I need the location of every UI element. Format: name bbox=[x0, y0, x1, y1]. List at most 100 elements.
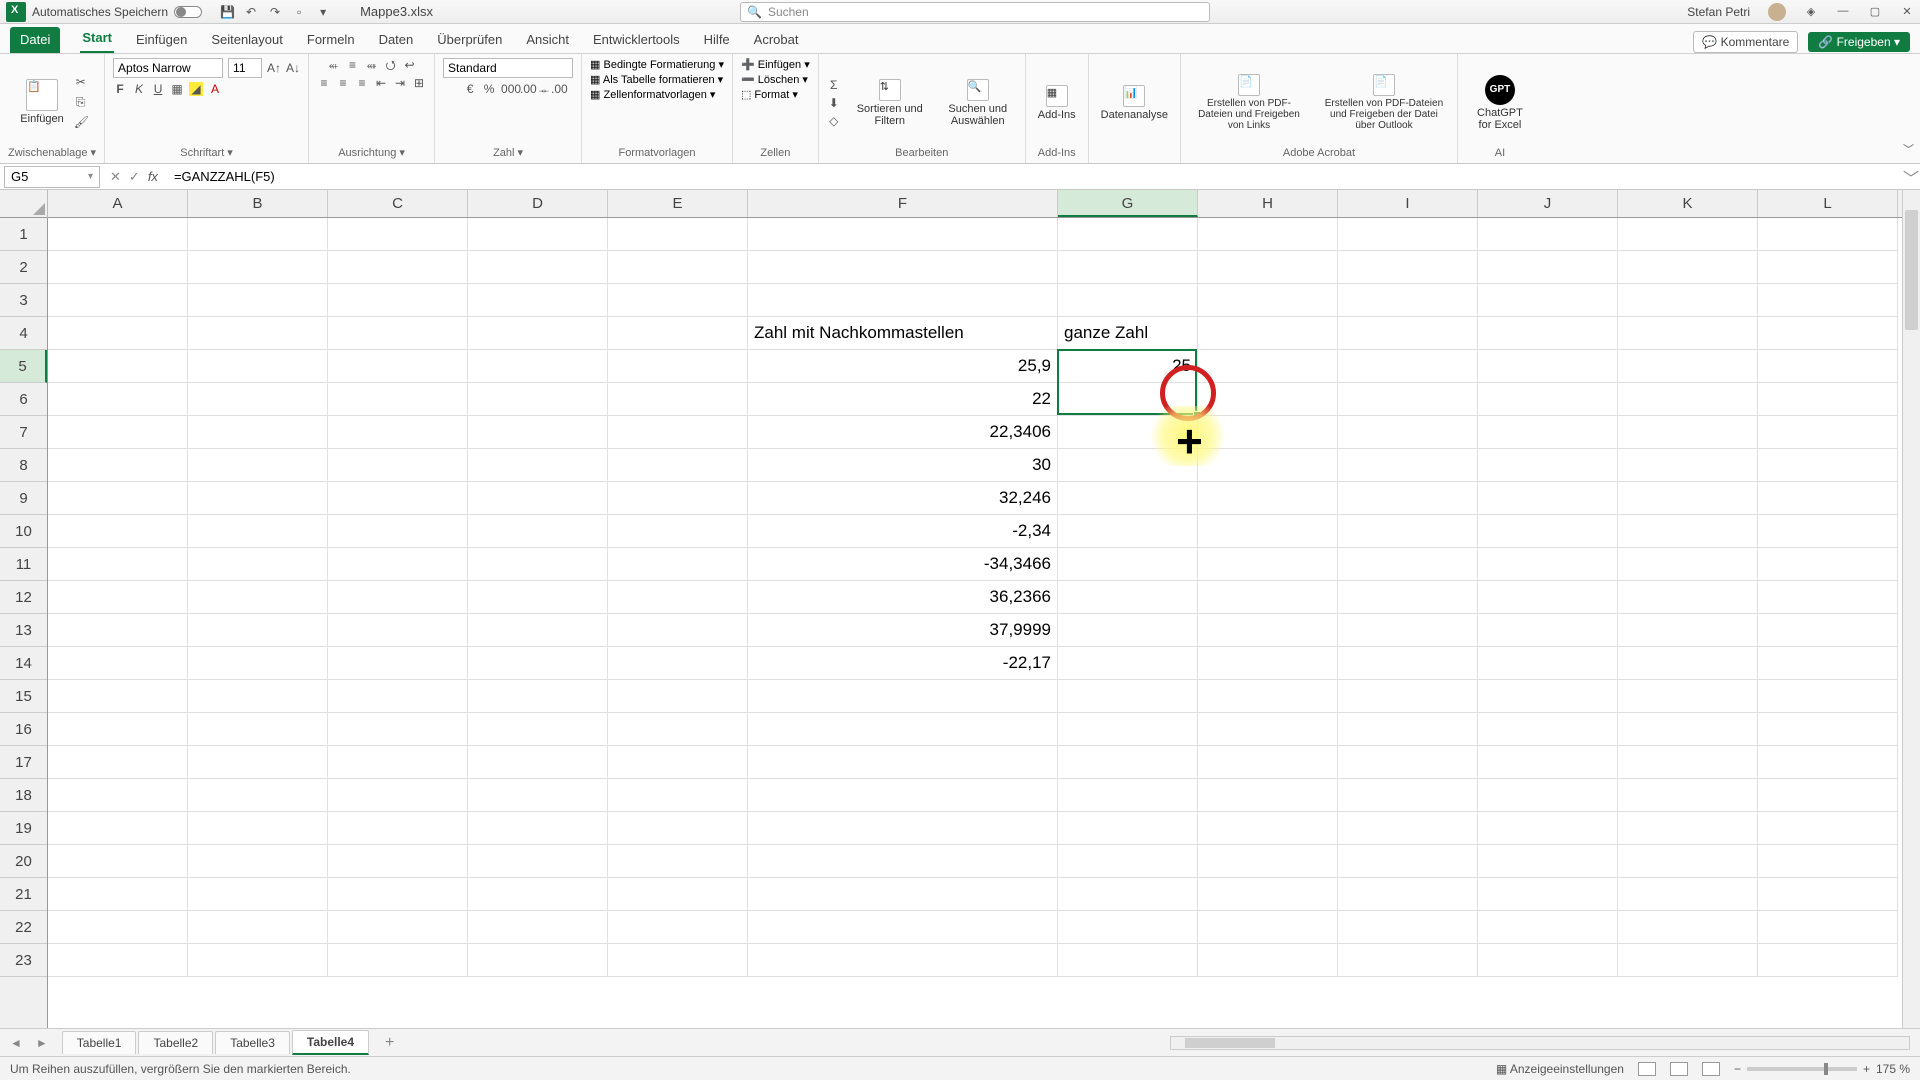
fill-color-icon[interactable]: ◢ bbox=[189, 82, 203, 96]
cell-J20[interactable] bbox=[1478, 845, 1618, 878]
redo-icon[interactable]: ↷ bbox=[268, 5, 282, 19]
cell-L9[interactable] bbox=[1758, 482, 1898, 515]
row-header-1[interactable]: 1 bbox=[0, 218, 47, 251]
italic-icon[interactable]: K bbox=[132, 82, 146, 96]
cell-J7[interactable] bbox=[1478, 416, 1618, 449]
cell-K6[interactable] bbox=[1618, 383, 1758, 416]
cell-B16[interactable] bbox=[188, 713, 328, 746]
cell-F8[interactable]: 30 bbox=[748, 449, 1058, 482]
cell-H15[interactable] bbox=[1198, 680, 1338, 713]
cell-A21[interactable] bbox=[48, 878, 188, 911]
currency-icon[interactable]: € bbox=[463, 82, 477, 96]
cell-H5[interactable] bbox=[1198, 350, 1338, 383]
column-header-L[interactable]: L bbox=[1758, 190, 1898, 217]
align-bottom-icon[interactable]: ⬵ bbox=[365, 58, 379, 72]
cell-C12[interactable] bbox=[328, 581, 468, 614]
undo-icon[interactable]: ↶ bbox=[244, 5, 258, 19]
row-header-14[interactable]: 14 bbox=[0, 647, 47, 680]
sort-filter-button[interactable]: ⇅Sortieren und Filtern bbox=[851, 77, 929, 129]
insert-function-icon[interactable]: fx bbox=[148, 169, 158, 184]
cell-E4[interactable] bbox=[608, 317, 748, 350]
row-header-9[interactable]: 9 bbox=[0, 482, 47, 515]
cell-A20[interactable] bbox=[48, 845, 188, 878]
cell-E19[interactable] bbox=[608, 812, 748, 845]
cell-B3[interactable] bbox=[188, 284, 328, 317]
cell-L20[interactable] bbox=[1758, 845, 1898, 878]
cell-J1[interactable] bbox=[1478, 218, 1618, 251]
cell-B23[interactable] bbox=[188, 944, 328, 977]
addins-button[interactable]: ▦Add-Ins bbox=[1034, 83, 1080, 123]
cell-L19[interactable] bbox=[1758, 812, 1898, 845]
cell-B17[interactable] bbox=[188, 746, 328, 779]
cell-B7[interactable] bbox=[188, 416, 328, 449]
cell-B5[interactable] bbox=[188, 350, 328, 383]
wrap-text-icon[interactable]: ↩ bbox=[403, 58, 417, 72]
column-header-D[interactable]: D bbox=[468, 190, 608, 217]
cell-G7[interactable] bbox=[1058, 416, 1198, 449]
row-header-17[interactable]: 17 bbox=[0, 746, 47, 779]
cell-H6[interactable] bbox=[1198, 383, 1338, 416]
delete-cells-button[interactable]: ➖ Löschen ▾ bbox=[741, 73, 808, 86]
cell-I15[interactable] bbox=[1338, 680, 1478, 713]
cell-L5[interactable] bbox=[1758, 350, 1898, 383]
cell-H13[interactable] bbox=[1198, 614, 1338, 647]
cell-J15[interactable] bbox=[1478, 680, 1618, 713]
cut-icon[interactable]: ✂ bbox=[74, 75, 88, 89]
cell-K8[interactable] bbox=[1618, 449, 1758, 482]
cell-D16[interactable] bbox=[468, 713, 608, 746]
row-header-2[interactable]: 2 bbox=[0, 251, 47, 284]
column-header-H[interactable]: H bbox=[1198, 190, 1338, 217]
tab-view[interactable]: Ansicht bbox=[524, 28, 571, 53]
cell-H21[interactable] bbox=[1198, 878, 1338, 911]
row-header-16[interactable]: 16 bbox=[0, 713, 47, 746]
cell-B11[interactable] bbox=[188, 548, 328, 581]
cell-G10[interactable] bbox=[1058, 515, 1198, 548]
zoom-level[interactable]: 175 % bbox=[1876, 1062, 1910, 1076]
cell-G12[interactable] bbox=[1058, 581, 1198, 614]
cell-A13[interactable] bbox=[48, 614, 188, 647]
cell-K10[interactable] bbox=[1618, 515, 1758, 548]
cell-G4[interactable]: ganze Zahl bbox=[1058, 317, 1198, 350]
cell-B18[interactable] bbox=[188, 779, 328, 812]
copy-icon[interactable]: ⎘ bbox=[74, 95, 88, 109]
cell-K17[interactable] bbox=[1618, 746, 1758, 779]
cell-H19[interactable] bbox=[1198, 812, 1338, 845]
increase-font-icon[interactable]: A↑ bbox=[267, 61, 281, 75]
sheet-tab-3[interactable]: Tabelle3 bbox=[215, 1031, 290, 1054]
row-header-20[interactable]: 20 bbox=[0, 845, 47, 878]
cell-K13[interactable] bbox=[1618, 614, 1758, 647]
tab-pagelayout[interactable]: Seitenlayout bbox=[209, 28, 285, 53]
cell-A10[interactable] bbox=[48, 515, 188, 548]
row-header-3[interactable]: 3 bbox=[0, 284, 47, 317]
vertical-scrollbar[interactable] bbox=[1902, 190, 1920, 1028]
cell-H7[interactable] bbox=[1198, 416, 1338, 449]
sheet-tab-2[interactable]: Tabelle2 bbox=[138, 1031, 213, 1054]
horizontal-scrollbar[interactable] bbox=[1170, 1036, 1910, 1050]
cell-H18[interactable] bbox=[1198, 779, 1338, 812]
cell-C15[interactable] bbox=[328, 680, 468, 713]
cell-G18[interactable] bbox=[1058, 779, 1198, 812]
cell-I21[interactable] bbox=[1338, 878, 1478, 911]
cell-K7[interactable] bbox=[1618, 416, 1758, 449]
cell-B19[interactable] bbox=[188, 812, 328, 845]
cell-L10[interactable] bbox=[1758, 515, 1898, 548]
cell-E14[interactable] bbox=[608, 647, 748, 680]
cell-J17[interactable] bbox=[1478, 746, 1618, 779]
format-cells-button[interactable]: ⬚ Format ▾ bbox=[741, 88, 798, 101]
cell-E20[interactable] bbox=[608, 845, 748, 878]
cell-B4[interactable] bbox=[188, 317, 328, 350]
align-top-icon[interactable]: ⬴ bbox=[327, 58, 341, 72]
paste-button[interactable]: 📋 Einfügen bbox=[16, 77, 67, 127]
cell-J5[interactable] bbox=[1478, 350, 1618, 383]
tab-file[interactable]: Datei bbox=[10, 27, 60, 53]
font-color-icon[interactable]: A bbox=[208, 82, 222, 96]
cell-J8[interactable] bbox=[1478, 449, 1618, 482]
cell-I7[interactable] bbox=[1338, 416, 1478, 449]
format-as-table-button[interactable]: ▦ Als Tabelle formatieren ▾ bbox=[590, 73, 723, 86]
cell-I23[interactable] bbox=[1338, 944, 1478, 977]
cell-G1[interactable] bbox=[1058, 218, 1198, 251]
cell-B22[interactable] bbox=[188, 911, 328, 944]
cell-H22[interactable] bbox=[1198, 911, 1338, 944]
decrease-font-icon[interactable]: A↓ bbox=[286, 61, 300, 75]
cell-K15[interactable] bbox=[1618, 680, 1758, 713]
